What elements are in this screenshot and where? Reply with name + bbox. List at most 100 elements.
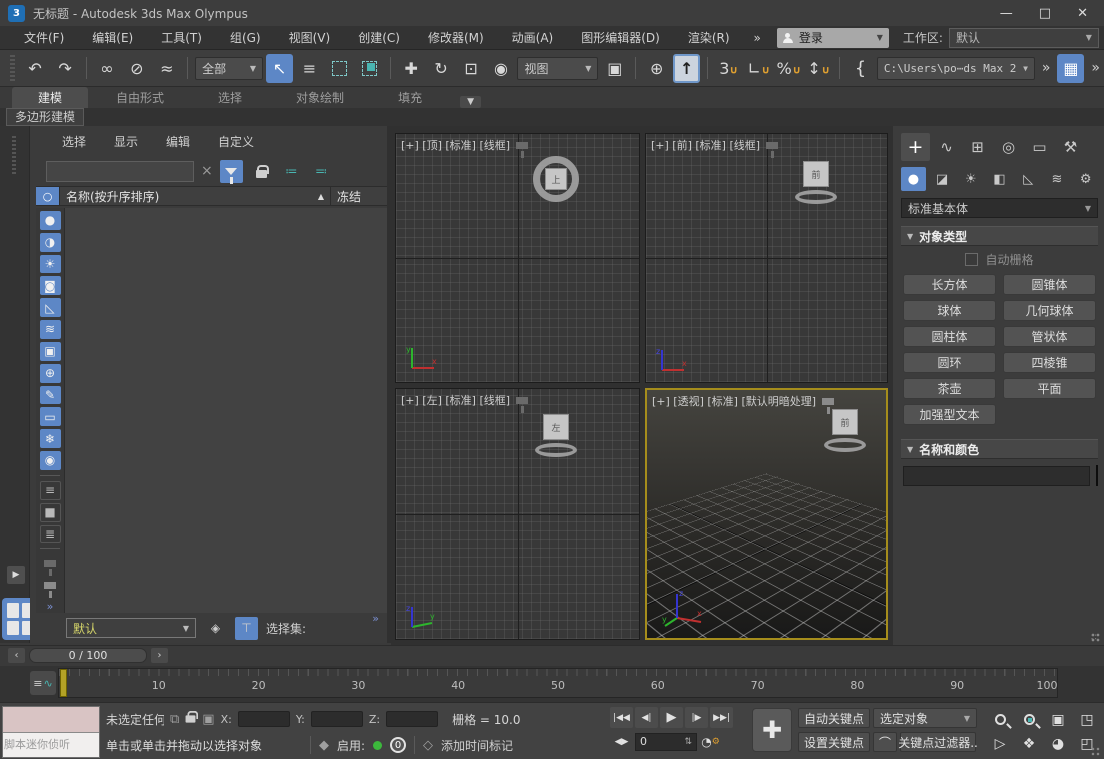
polygon-modeling-panel[interactable]: 多边形建模	[6, 108, 84, 126]
filter-hidden-toggle[interactable]: ◉	[40, 451, 61, 470]
set-keys-button[interactable]: ✚	[752, 708, 792, 752]
scene-object-list[interactable]	[64, 208, 387, 613]
viewcube[interactable]: 前	[793, 160, 839, 206]
maxscript-mini-listener[interactable]: 脚本迷你侦听	[2, 706, 100, 758]
filter-spacewarps-toggle[interactable]: ≋	[40, 320, 61, 339]
viewport-label-text[interactable]: [+] [左] [标准] [线框]	[401, 392, 510, 408]
maximize-button[interactable]: □	[1039, 6, 1051, 21]
teapot-button[interactable]: 茶壶	[903, 378, 996, 399]
window-resize-grip[interactable]	[1091, 747, 1101, 757]
viewcube-cube[interactable]: 上	[545, 168, 567, 190]
se-menu-select[interactable]: 选择	[48, 133, 100, 150]
ribbon-dropdown[interactable]: ▼	[460, 96, 481, 108]
viewport-label-text[interactable]: [+] [透视] [标准] [默认明暗处理]	[652, 393, 816, 409]
category-lights[interactable]: ☀	[958, 167, 983, 191]
bind-to-space-warp-icon[interactable]: ≈	[153, 54, 180, 83]
category-systems[interactable]: ⚙	[1073, 167, 1098, 191]
search-input[interactable]	[46, 161, 194, 182]
key-filters-button[interactable]: 关键点过滤器..	[900, 732, 976, 752]
viewport-perspective-label[interactable]: [+] [透视] [标准] [默认明暗处理]	[652, 393, 834, 409]
tube-button[interactable]: 管状体	[1003, 326, 1096, 347]
name-and-color-rollout-header[interactable]: ▼ 名称和颜色 ∷	[901, 439, 1098, 459]
zoom-extents-all-button[interactable]: ◳	[1073, 708, 1101, 731]
tab-utilities[interactable]: ⚒	[1056, 133, 1085, 161]
viewcube[interactable]: 左	[533, 413, 579, 459]
selection-filter-dropdown[interactable]: 全部 ▼	[195, 57, 263, 80]
previous-frame-button[interactable]: ◀|	[635, 707, 658, 728]
menu-views[interactable]: 视图(V)	[275, 26, 345, 50]
se-menu-display[interactable]: 显示	[100, 133, 152, 150]
percent-snap-toggle-button[interactable]: %∩	[775, 54, 802, 83]
sort-ascending-icon[interactable]: ▲	[318, 192, 324, 201]
se-menu-customize[interactable]: 自定义	[204, 133, 268, 150]
sphere-button[interactable]: 球体	[903, 300, 996, 321]
spinner-snap-toggle-button[interactable]: ↕∩	[805, 54, 832, 83]
object-type-column-button[interactable]: ○	[36, 187, 60, 205]
rollout-collapse-icon[interactable]: ▼	[907, 445, 913, 454]
tab-create[interactable]: +	[901, 133, 930, 161]
category-space-warps[interactable]: ≋	[1045, 167, 1070, 191]
select-and-scale-button[interactable]: ⊡	[458, 54, 485, 83]
viewport-filter-icon[interactable]	[516, 142, 528, 149]
menu-file[interactable]: 文件(F)	[10, 26, 78, 50]
use-pivot-center-button[interactable]: ▣	[601, 54, 628, 83]
geometry-category-dropdown[interactable]: 标准基本体 ▼	[901, 198, 1098, 218]
angle-snap-toggle-button[interactable]: ∟∩	[745, 54, 772, 83]
viewcube-compass-ring[interactable]	[795, 190, 837, 204]
ribbon-tab-object-paint[interactable]: 对象绘制	[270, 87, 370, 108]
category-cameras[interactable]: ◧	[987, 167, 1012, 191]
keyboard-shortcut-override-toggle[interactable]: ↑	[673, 54, 700, 83]
autogrid-checkbox[interactable]	[965, 253, 978, 266]
filter-geometry-toggle[interactable]: ●	[40, 211, 61, 230]
reference-coordinate-dropdown[interactable]: 视图 ▼	[517, 57, 598, 80]
filter-cameras-toggle[interactable]: ◙	[40, 276, 61, 295]
expand-panel-button[interactable]: ▶	[7, 566, 25, 584]
filter-groups-toggle[interactable]: ▣	[40, 342, 61, 361]
key-points-icon-button[interactable]: ⌒	[873, 732, 897, 752]
menu-create[interactable]: 创建(C)	[344, 26, 414, 50]
viewport-filter-icon[interactable]	[766, 142, 778, 149]
lock-explorer-button[interactable]	[250, 160, 273, 183]
geosphere-button[interactable]: 几何球体	[1003, 300, 1096, 321]
time-tag-cube-icon[interactable]: ◇	[423, 738, 433, 753]
torus-button[interactable]: 圆环	[903, 352, 996, 373]
ribbon-tab-populate[interactable]: 填充	[372, 87, 448, 108]
zoom-extents-button[interactable]: ▣	[1044, 708, 1072, 731]
project-folder-dropdown[interactable]: C:\Users\po⋯ds Max 2024 ▼	[877, 57, 1035, 80]
filter-bones-toggle[interactable]: ✎	[40, 386, 61, 405]
select-object-button[interactable]: ↖	[266, 54, 293, 83]
toolbar-grip[interactable]	[10, 55, 15, 81]
filter-containers-toggle[interactable]: ▭	[40, 407, 61, 426]
select-and-place-button[interactable]: ◉	[488, 54, 515, 83]
select-and-link-icon[interactable]: ∞	[93, 54, 120, 83]
shield-icon[interactable]: ◆	[319, 738, 329, 753]
z-coordinate-field[interactable]	[386, 711, 438, 727]
textplus-button[interactable]: 加强型文本	[903, 404, 996, 425]
viewcube-compass-ring[interactable]	[824, 438, 866, 452]
box-button[interactable]: 长方体	[903, 274, 996, 295]
toolbar-overflow-chevron[interactable]: »	[1087, 60, 1104, 76]
current-frame-field[interactable]: 0 ⇅	[635, 733, 697, 751]
tab-display[interactable]: ▭	[1025, 133, 1054, 161]
add-time-tag-label[interactable]: 添加时间标记	[441, 737, 513, 754]
viewport-perspective[interactable]: [+] [透视] [标准] [默认明暗处理] 前 xyz	[645, 388, 888, 640]
name-column-header[interactable]: 名称(按升序排序) ▲	[60, 187, 331, 205]
viewport-front-label[interactable]: [+] [前] [标准] [线框]	[651, 137, 778, 153]
key-mode-toggle[interactable]: ◀▶	[610, 731, 633, 752]
spinner-icon[interactable]: ⇅	[684, 737, 692, 747]
viewport-left[interactable]: [+] [左] [标准] [线框] 左 yz	[395, 388, 640, 640]
frozen-column-header[interactable]: 冻结	[331, 187, 387, 205]
viewport-filter-icon[interactable]	[822, 398, 834, 405]
menu-edit[interactable]: 编辑(E)	[78, 26, 147, 50]
expand-hierarchy-button[interactable]: ≔	[280, 160, 303, 183]
menu-graph-editors[interactable]: 图形编辑器(D)	[567, 26, 674, 50]
menu-group[interactable]: 组(G)	[216, 26, 275, 50]
viewcube-cube[interactable]: 左	[543, 414, 569, 440]
listener-script-pane[interactable]: 脚本迷你侦听	[3, 733, 99, 757]
filter-button[interactable]	[40, 576, 61, 595]
menu-animation[interactable]: 动画(A)	[498, 26, 568, 50]
clear-search-icon[interactable]: ×	[201, 163, 213, 179]
viewport-front[interactable]: [+] [前] [标准] [线框] 前 xz	[645, 133, 888, 383]
viewcube-cube[interactable]: 前	[803, 161, 829, 187]
cylinder-button[interactable]: 圆柱体	[903, 326, 996, 347]
